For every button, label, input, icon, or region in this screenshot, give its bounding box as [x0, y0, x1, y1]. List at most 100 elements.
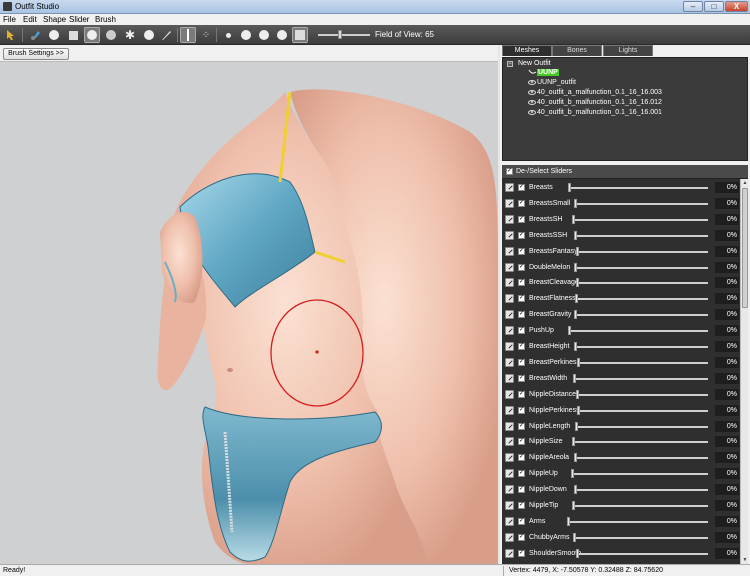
close-button[interactable]: X: [725, 1, 748, 12]
edit-slider-pencil-icon[interactable]: [505, 214, 514, 224]
edit-slider-pencil-icon[interactable]: [505, 278, 514, 288]
slider-track[interactable]: [574, 425, 708, 428]
edit-slider-pencil-icon[interactable]: [505, 294, 514, 304]
slider-value-field[interactable]: 0%: [715, 531, 739, 543]
minimize-button[interactable]: –: [683, 1, 703, 12]
slider-checkbox[interactable]: ✓: [518, 438, 525, 446]
slider-value-field[interactable]: 0%: [715, 341, 739, 352]
slider-track[interactable]: [576, 282, 708, 285]
deselect-all-checkbox[interactable]: ✓: [506, 168, 513, 175]
slider-track[interactable]: [572, 441, 708, 444]
slider-track[interactable]: [573, 346, 708, 348]
edit-slider-pencil-icon[interactable]: [505, 501, 514, 510]
slider-checkbox[interactable]: ✓: [518, 343, 525, 350]
edit-slider-pencil-icon[interactable]: [505, 230, 514, 240]
slider-track[interactable]: [575, 552, 708, 555]
slider-value-field[interactable]: 0%: [715, 388, 739, 400]
slider-checkbox[interactable]: ✓: [518, 533, 525, 541]
slider-track[interactable]: [574, 266, 708, 269]
weight-brush-icon[interactable]: ✱: [122, 27, 138, 43]
slider-thumb[interactable]: [573, 453, 577, 463]
slider-thumb[interactable]: [575, 294, 579, 304]
slider-thumb[interactable]: [576, 246, 580, 256]
model-render[interactable]: [0, 62, 498, 564]
slider-track[interactable]: [575, 298, 708, 301]
slider-checkbox[interactable]: ✓: [518, 517, 525, 525]
tree-item-mesh[interactable]: UUNP_outfit: [528, 79, 576, 86]
edit-slider-pencil-icon[interactable]: [505, 485, 514, 495]
mask-brush-icon[interactable]: [27, 27, 43, 43]
edit-slider-pencil-icon[interactable]: [505, 373, 514, 383]
menu-edit[interactable]: Edit: [23, 15, 37, 24]
tree-item-mesh[interactable]: UUNP: [528, 69, 559, 76]
slider-track[interactable]: [573, 314, 708, 317]
slider-thumb[interactable]: [572, 437, 576, 447]
menu-slider[interactable]: Slider: [69, 15, 89, 24]
slider-checkbox[interactable]: ✓: [518, 470, 525, 478]
slider-track[interactable]: [571, 473, 708, 476]
slider-checkbox[interactable]: ✓: [518, 549, 525, 557]
slider-thumb[interactable]: [567, 326, 571, 336]
slider-thumb[interactable]: [573, 342, 577, 351]
sphere-small-icon[interactable]: [238, 27, 254, 43]
slider-track[interactable]: [576, 393, 708, 396]
slider-checkbox[interactable]: ✓: [518, 184, 525, 191]
slider-track[interactable]: [573, 489, 708, 492]
slider-checkbox[interactable]: ✓: [518, 279, 525, 287]
brush-settings-button[interactable]: Brush Settings >>: [3, 48, 69, 60]
slider-value-field[interactable]: 0%: [715, 452, 739, 464]
edit-slider-pencil-icon[interactable]: [505, 548, 514, 558]
edit-slider-pencil-icon[interactable]: [505, 421, 514, 431]
tab-meshes[interactable]: Meshes: [502, 45, 552, 56]
edit-slider-pencil-icon[interactable]: [505, 183, 514, 192]
slider-thumb[interactable]: [571, 214, 575, 224]
edit-slider-pencil-icon[interactable]: [505, 516, 514, 526]
slider-thumb[interactable]: [571, 501, 575, 510]
slider-checkbox[interactable]: ✓: [518, 454, 525, 462]
tree-item-mesh[interactable]: 40_outfit_b_malfunction_0.1_16_16.001: [528, 109, 662, 116]
transform-icon[interactable]: [180, 27, 196, 43]
slider-value-field[interactable]: 0%: [715, 484, 739, 496]
tab-lights[interactable]: Lights: [603, 45, 653, 56]
slider-value-field[interactable]: 0%: [715, 197, 739, 209]
slider-value-field[interactable]: 0%: [715, 404, 739, 416]
slider-value-field[interactable]: 0%: [715, 500, 739, 511]
slider-value-field[interactable]: 0%: [715, 420, 739, 432]
vertex-select-icon[interactable]: [220, 27, 236, 43]
slider-value-field[interactable]: 0%: [715, 229, 739, 241]
edit-slider-pencil-icon[interactable]: [505, 405, 514, 415]
smooth-brush-icon[interactable]: [103, 27, 119, 43]
scrollbar-thumb[interactable]: [742, 188, 748, 308]
slider-thumb[interactable]: [577, 357, 580, 367]
slider-value-field[interactable]: 0%: [715, 261, 739, 273]
slider-value-field[interactable]: 0%: [715, 245, 739, 257]
menu-shape[interactable]: Shape: [43, 15, 66, 24]
shading-icon[interactable]: [292, 27, 308, 43]
tree-collapse-toggle[interactable]: −: [507, 61, 513, 67]
slider-checkbox[interactable]: ✓: [518, 327, 525, 335]
slider-checkbox[interactable]: ✓: [518, 486, 525, 494]
slider-value-field[interactable]: 0%: [715, 277, 739, 289]
slider-track[interactable]: [573, 377, 708, 380]
slider-thumb[interactable]: [567, 183, 571, 192]
menu-file[interactable]: File: [3, 15, 16, 24]
3d-viewport[interactable]: [0, 62, 498, 564]
edit-slider-pencil-icon[interactable]: [505, 532, 514, 542]
slider-thumb[interactable]: [573, 485, 577, 495]
slider-checkbox[interactable]: ✓: [518, 247, 525, 255]
slider-checkbox[interactable]: ✓: [518, 422, 525, 430]
slider-track[interactable]: [577, 409, 708, 412]
sphere-large-icon[interactable]: [274, 27, 290, 43]
slider-track[interactable]: [567, 187, 708, 189]
slider-track[interactable]: [573, 457, 708, 460]
slider-checkbox[interactable]: ✓: [518, 295, 525, 303]
slider-track[interactable]: [571, 505, 708, 507]
slider-value-field[interactable]: 0%: [715, 213, 739, 225]
slider-checkbox[interactable]: ✓: [518, 199, 525, 207]
slider-value-field[interactable]: 0%: [715, 182, 739, 193]
slider-checkbox[interactable]: ✓: [518, 215, 525, 223]
edit-slider-pencil-icon[interactable]: [505, 389, 514, 399]
slider-track[interactable]: [571, 218, 708, 221]
slider-thumb[interactable]: [571, 469, 575, 479]
slider-thumb[interactable]: [576, 278, 580, 288]
